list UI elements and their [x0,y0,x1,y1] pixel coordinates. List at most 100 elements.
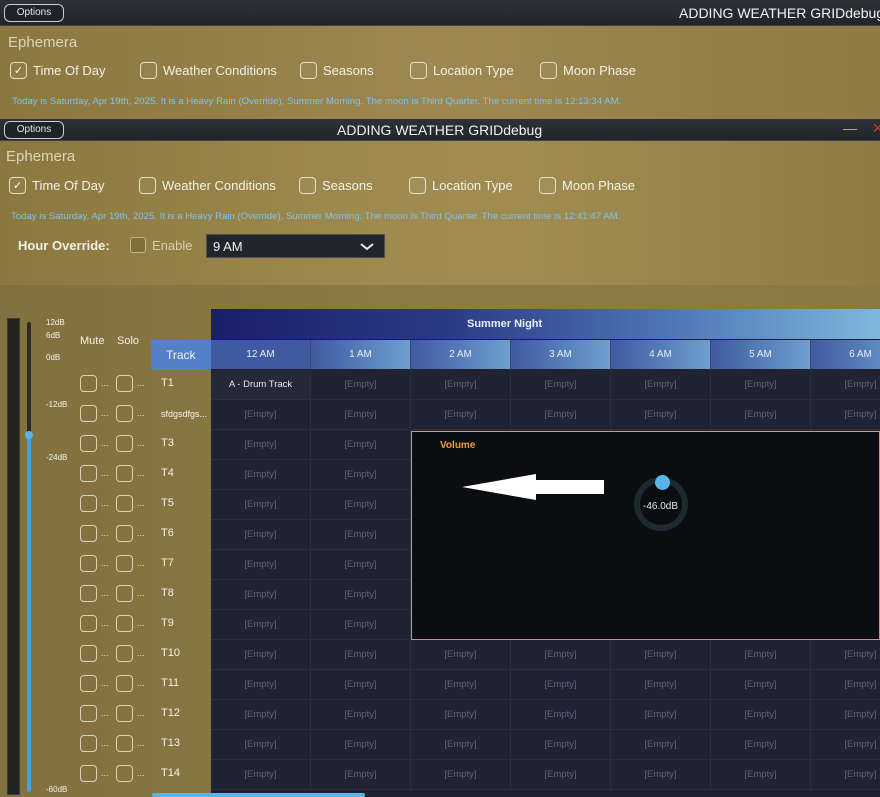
grid-cell[interactable]: [Empty] [611,400,711,430]
grid-cell[interactable]: [Empty] [211,640,311,670]
solo-more[interactable]: ... [137,588,145,598]
checkbox-icon[interactable] [539,177,556,194]
background-filter-time-of-day[interactable]: ✓ Time Of Day [10,62,140,79]
solo-more[interactable]: ... [137,498,145,508]
mute-more[interactable]: ... [101,768,109,778]
grid-cell[interactable]: [Empty] [311,400,411,430]
mute-checkbox[interactable] [80,495,97,512]
filter-location-type[interactable]: Location Type [409,177,539,194]
grid-cell[interactable]: [Empty] [411,760,511,790]
solo-checkbox[interactable] [116,585,133,602]
grid-cell[interactable]: [Empty] [611,730,711,760]
background-filter-weather[interactable]: Weather Conditions [140,62,300,79]
grid-cell[interactable]: [Empty] [211,700,311,730]
volume-knob-indicator[interactable] [655,475,670,490]
solo-checkbox[interactable] [116,645,133,662]
solo-more[interactable]: ... [137,618,145,628]
grid-cell[interactable]: [Empty] [711,760,811,790]
hour-column-header[interactable]: 3 AM [511,340,611,369]
track-name[interactable]: T10 [161,647,180,659]
grid-cell[interactable]: [Empty] [711,400,811,430]
track-name[interactable]: T14 [161,767,180,779]
checkbox-icon[interactable] [139,177,156,194]
grid-cell[interactable]: [Empty] [211,430,311,460]
solo-more[interactable]: ... [137,558,145,568]
track-name[interactable]: T12 [161,707,180,719]
grid-cell[interactable]: [Empty] [711,640,811,670]
solo-checkbox[interactable] [116,765,133,782]
solo-checkbox[interactable] [116,615,133,632]
mute-more[interactable]: ... [101,528,109,538]
track-name[interactable]: T11 [161,677,179,689]
solo-checkbox[interactable] [116,465,133,482]
mute-more[interactable]: ... [101,438,109,448]
solo-checkbox[interactable] [116,375,133,392]
solo-checkbox[interactable] [116,495,133,512]
background-filter-seasons[interactable]: Seasons [300,62,410,79]
solo-more[interactable]: ... [137,438,145,448]
mute-checkbox[interactable] [80,435,97,452]
horizontal-scrollbar[interactable] [152,793,365,797]
track-name[interactable]: sfdgsdfgs... [161,409,207,419]
hour-column-header[interactable]: 2 AM [411,340,511,369]
grid-cell[interactable]: [Empty] [311,580,411,610]
grid-cell[interactable]: [Empty] [411,700,511,730]
mute-checkbox[interactable] [80,585,97,602]
mute-checkbox[interactable] [80,765,97,782]
mute-more[interactable]: ... [101,498,109,508]
grid-cell[interactable]: [Empty] [211,730,311,760]
mute-checkbox[interactable] [80,705,97,722]
track-name[interactable]: T8 [161,587,174,599]
hour-select[interactable]: 9 AM [206,234,385,258]
grid-cell[interactable]: [Empty] [411,370,511,400]
solo-more[interactable]: ... [137,708,145,718]
track-name[interactable]: T6 [161,527,174,539]
mute-checkbox[interactable] [80,375,97,392]
grid-cell[interactable]: [Empty] [211,490,311,520]
master-fader-handle[interactable] [25,431,33,439]
filter-weather-conditions[interactable]: Weather Conditions [139,177,299,194]
mute-more[interactable]: ... [101,618,109,628]
solo-more[interactable]: ... [137,378,145,388]
minimize-icon[interactable]: — [843,120,857,136]
solo-more[interactable]: ... [137,408,145,418]
mute-checkbox[interactable] [80,465,97,482]
check-icon[interactable]: ✓ [10,62,27,79]
solo-checkbox[interactable] [116,705,133,722]
grid-cell[interactable]: [Empty] [511,370,611,400]
grid-cell[interactable]: A - Drum Track [211,370,311,400]
checkbox-icon[interactable] [300,62,317,79]
grid-cell[interactable]: [Empty] [611,670,711,700]
grid-cell[interactable]: [Empty] [811,370,880,400]
grid-cell[interactable]: [Empty] [311,640,411,670]
mute-checkbox[interactable] [80,675,97,692]
grid-cell[interactable]: [Empty] [811,730,880,760]
mute-more[interactable]: ... [101,378,109,388]
mute-checkbox[interactable] [80,555,97,572]
grid-cell[interactable]: [Empty] [211,760,311,790]
mute-more[interactable]: ... [101,468,109,478]
hour-column-header[interactable]: 4 AM [611,340,711,369]
track-name[interactable]: T7 [161,557,174,569]
track-name[interactable]: T4 [161,467,174,479]
grid-cell[interactable]: [Empty] [811,640,880,670]
grid-cell[interactable]: [Empty] [211,520,311,550]
grid-cell[interactable]: [Empty] [511,760,611,790]
grid-cell[interactable]: [Empty] [411,400,511,430]
track-name[interactable]: T9 [161,617,174,629]
options-button[interactable]: Options [4,121,64,139]
mute-more[interactable]: ... [101,558,109,568]
grid-cell[interactable]: [Empty] [311,550,411,580]
grid-cell[interactable]: [Empty] [311,760,411,790]
solo-checkbox[interactable] [116,435,133,452]
grid-cell[interactable]: [Empty] [211,550,311,580]
grid-cell[interactable]: [Empty] [511,730,611,760]
grid-cell[interactable]: [Empty] [211,460,311,490]
hour-column-header[interactable]: 5 AM [711,340,811,369]
filter-seasons[interactable]: Seasons [299,177,409,194]
track-name[interactable]: T13 [161,737,180,749]
grid-cell[interactable]: [Empty] [811,700,880,730]
checkbox-icon[interactable] [410,62,427,79]
solo-more[interactable]: ... [137,528,145,538]
background-options-button[interactable]: Options [4,4,64,22]
